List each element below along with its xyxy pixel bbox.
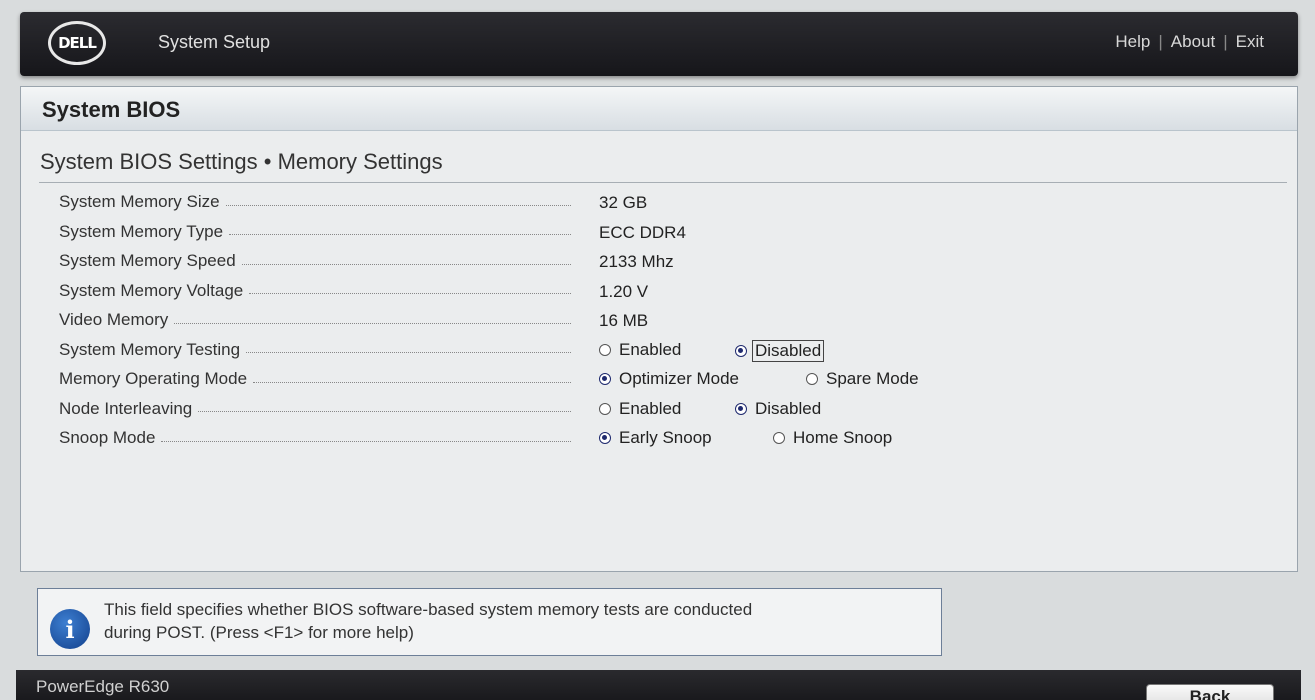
setting-value: 1.20 V [599,281,649,301]
panel-title: System BIOS [21,87,1297,131]
about-link[interactable]: About [1171,32,1215,51]
setting-row-memory-voltage: System Memory Voltage 1.20 V [59,279,1259,309]
setting-label: Snoop Mode [59,428,571,448]
header-links: Help | About | Exit [1115,32,1264,52]
setting-row-memory-testing: System Memory Testing Enabled Disabled [59,338,1259,368]
early-snoop-radio[interactable]: Early Snoop [599,428,712,448]
setting-label: System Memory Testing [59,340,571,360]
back-button[interactable]: Back [1146,684,1274,700]
memory-testing-enabled-radio[interactable]: Enabled [599,340,681,360]
setting-label: System Memory Type [59,222,571,242]
setting-value: 32 GB [599,193,648,212]
radio-unselected-icon [806,373,818,385]
setting-row-video-memory: Video Memory 16 MB [59,308,1259,338]
setting-row-operating-mode: Memory Operating Mode Optimizer Mode Spa… [59,367,1259,397]
help-link[interactable]: Help [1115,32,1150,51]
link-separator: | [1158,32,1163,51]
help-box: i This field specifies whether BIOS soft… [37,588,942,656]
spare-mode-radio[interactable]: Spare Mode [806,369,919,389]
footer-bar: PowerEdge R630 Back [16,670,1301,700]
setting-label: System Memory Voltage [59,281,571,301]
setting-value: ECC DDR4 [599,222,686,242]
radio-unselected-icon [599,402,611,415]
setting-row-memory-size: System Memory Size 32 GB [59,190,1259,220]
server-model: PowerEdge R630 [36,677,170,696]
settings-list: System Memory Size 32 GB System Memory T… [59,190,1259,456]
radio-selected-icon [599,432,611,444]
exit-link[interactable]: Exit [1236,32,1264,51]
memory-testing-disabled-radio[interactable]: Disabled [735,339,825,362]
radio-unselected-icon [773,432,785,444]
help-text: This field specifies whether BIOS softwa… [104,600,753,642]
breadcrumb: System BIOS Settings • Memory Settings [40,149,443,174]
optimizer-mode-radio[interactable]: Optimizer Mode [599,369,739,389]
setting-row-node-interleaving: Node Interleaving Enabled Disabled [59,397,1259,427]
link-separator: | [1223,32,1228,51]
settings-panel: System BIOS System BIOS Settings • Memor… [20,86,1298,572]
setting-label: Video Memory [59,310,571,330]
setting-row-memory-speed: System Memory Speed 2133 Mhz [59,249,1259,279]
radio-selected-icon [735,402,747,415]
info-icon: i [50,609,90,649]
setting-row-memory-type: System Memory Type ECC DDR4 [59,220,1259,250]
home-snoop-radio[interactable]: Home Snoop [773,428,892,448]
dell-logo: DELL [48,21,106,65]
radio-unselected-icon [599,343,611,356]
setting-label: Node Interleaving [59,399,571,419]
setting-value: 16 MB [599,311,649,330]
setting-label: System Memory Size [59,192,571,212]
app-title: System Setup [158,32,271,52]
radio-selected-icon [735,344,747,357]
node-interleaving-disabled-radio[interactable]: Disabled [735,399,821,419]
divider [39,182,1287,183]
node-interleaving-enabled-radio[interactable]: Enabled [599,399,681,419]
setting-row-snoop-mode: Snoop Mode Early Snoop Home Snoop [59,426,1259,456]
header-bar: DELL System Setup Help | About | Exit [20,12,1298,76]
setting-value: 2133 Mhz [599,252,674,271]
setting-label: Memory Operating Mode [59,369,571,389]
radio-selected-icon [599,373,611,385]
setting-label: System Memory Speed [59,251,571,271]
